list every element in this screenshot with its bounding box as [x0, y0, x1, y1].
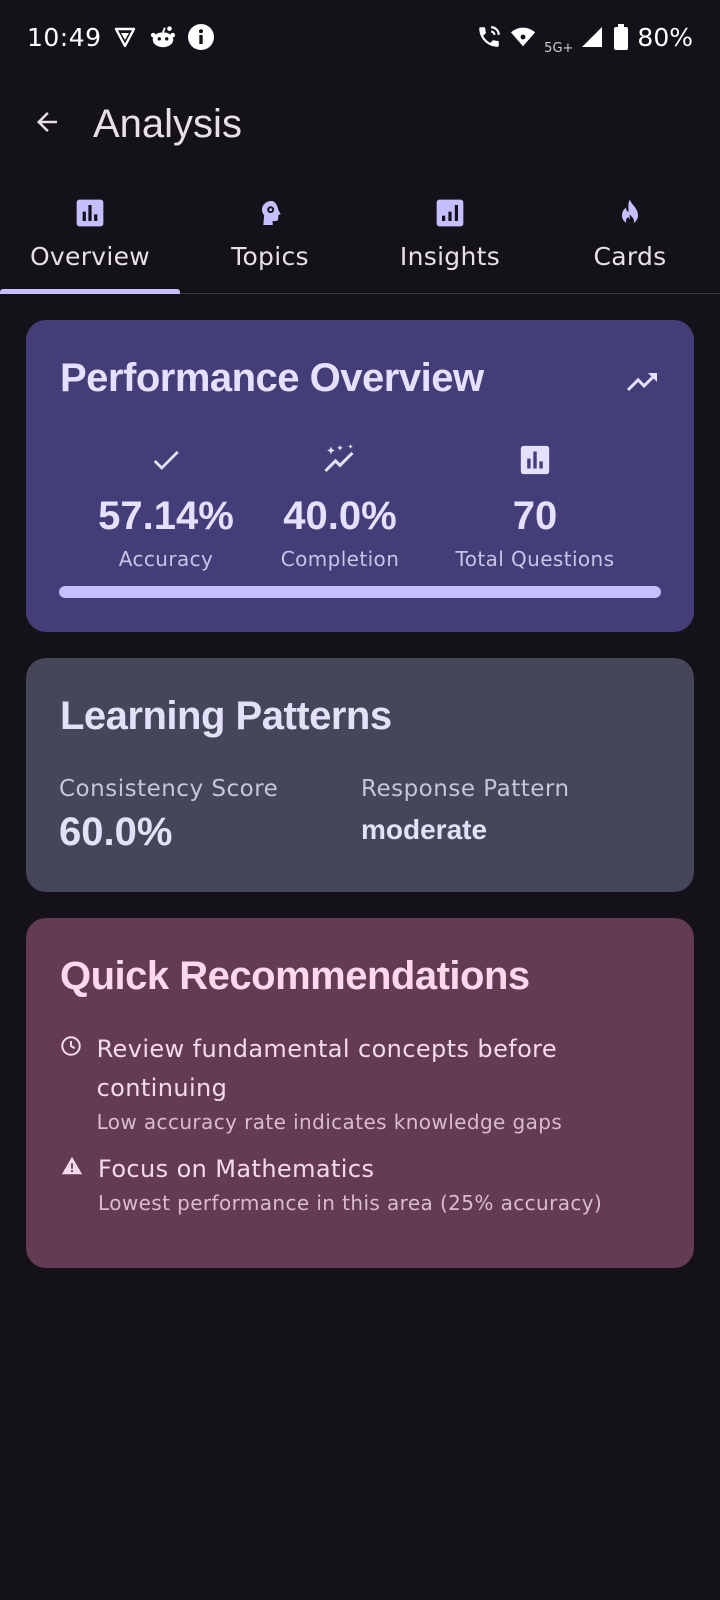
consistency-label: Consistency Score	[59, 776, 279, 802]
battery-percent: 80%	[637, 22, 693, 52]
response-pattern: Response Pattern moderate	[361, 776, 570, 846]
tab-topics[interactable]: Topics	[180, 184, 360, 293]
fire-icon	[613, 196, 647, 230]
performance-overview-card: Performance Overview 57.14% Accuracy 40.…	[26, 320, 694, 632]
info-icon	[187, 24, 214, 50]
network-type-label: 5G+	[544, 40, 574, 56]
wifi-icon	[510, 24, 536, 50]
status-bar: 10:49 5G+ 80%	[0, 0, 720, 74]
psychology-head-icon	[253, 196, 287, 230]
tab-label: Overview	[29, 242, 151, 271]
stat-completion: 40.0% Completion	[260, 440, 420, 571]
tab-label: Topics	[231, 242, 309, 271]
stat-value: 57.14%	[98, 494, 234, 538]
insights-chart-icon	[433, 196, 467, 230]
consistency-value: 60.0%	[59, 810, 173, 854]
recommendation-title: Focus on Mathematics	[98, 1155, 375, 1183]
tab-bar: Overview Topics Insights Cards	[0, 184, 720, 294]
stat-label: Total Questions	[455, 547, 615, 571]
stat-value: 40.0%	[283, 494, 397, 538]
response-pattern-value: moderate	[361, 814, 488, 845]
battery-icon	[613, 24, 629, 50]
recommendation-item: Review fundamental concepts before conti…	[60, 1030, 660, 1134]
page-title: Analysis	[93, 101, 242, 146]
back-button[interactable]	[19, 96, 75, 152]
app-bar: Analysis	[0, 88, 720, 160]
stat-label: Accuracy	[118, 547, 214, 571]
check-icon	[146, 440, 186, 480]
vpn-shield-icon	[112, 24, 138, 50]
warning-icon	[60, 1154, 84, 1178]
bar-chart-icon	[73, 196, 107, 230]
recommendation-subtitle: Low accuracy rate indicates knowledge ga…	[96, 1110, 563, 1134]
trending-up-icon	[624, 364, 660, 404]
learning-patterns-card: Learning Patterns Consistency Score 60.0…	[26, 658, 694, 892]
quick-recommendations-card: Quick Recommendations Review fundamental…	[26, 918, 694, 1268]
clock-icon	[60, 1034, 83, 1058]
card-title: Quick Recommendations	[60, 954, 530, 998]
stat-accuracy: 57.14% Accuracy	[86, 440, 246, 571]
progress-bar	[59, 586, 661, 598]
stat-label: Completion	[280, 547, 400, 571]
tab-label: Insights	[399, 242, 501, 271]
bar-chart-icon	[515, 440, 555, 480]
consistency-score: Consistency Score 60.0%	[59, 776, 278, 855]
stat-total-questions: 70 Total Questions	[440, 440, 630, 571]
stat-value: 70	[512, 494, 558, 538]
signal-icon	[579, 24, 605, 50]
recommendation-title: Review fundamental concepts before conti…	[96, 1035, 558, 1102]
arrow-back-icon	[32, 107, 62, 141]
progress-fill	[59, 586, 661, 598]
reddit-icon	[150, 24, 176, 50]
response-pattern-label: Response Pattern	[361, 776, 570, 802]
status-time: 10:49	[27, 22, 102, 52]
tab-cards[interactable]: Cards	[540, 184, 720, 293]
recommendation-subtitle: Lowest performance in this area (25% acc…	[98, 1191, 603, 1215]
tab-label: Cards	[593, 242, 667, 271]
sparkle-trend-icon	[320, 440, 360, 480]
tab-overview[interactable]: Overview	[0, 184, 180, 294]
card-title: Learning Patterns	[60, 694, 392, 738]
card-title: Performance Overview	[60, 356, 484, 400]
wifi-calling-icon	[476, 24, 502, 50]
tab-insights[interactable]: Insights	[360, 184, 540, 293]
recommendation-item: Focus on Mathematics Lowest performance …	[60, 1150, 660, 1215]
